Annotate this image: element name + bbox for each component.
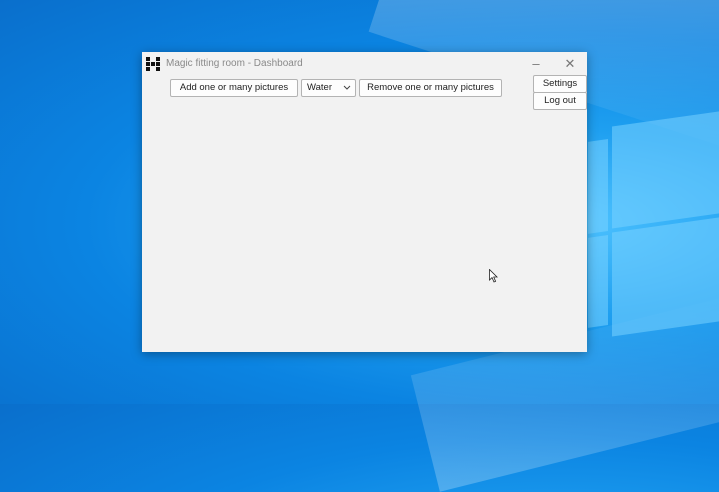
app-logo-icon [146,57,160,71]
chevron-down-icon [343,80,351,102]
settings-button[interactable]: Settings [533,75,587,93]
mouse-pointer-icon [489,268,499,283]
logout-button[interactable]: Log out [533,92,587,110]
title-bar[interactable]: Magic fitting room - Dashboard – ✕ [142,52,587,77]
window-title: Magic fitting room - Dashboard [166,58,303,69]
add-pictures-button[interactable]: Add one or many pictures [170,79,298,97]
remove-pictures-button[interactable]: Remove one or many pictures [359,79,502,97]
minimize-button[interactable]: – [527,56,545,72]
app-window: Magic fitting room - Dashboard – ✕ Add o… [142,52,587,352]
windows-logo-wallpaper [588,110,719,340]
category-value: Water [307,82,332,93]
category-dropdown[interactable]: Water [301,79,356,97]
close-button[interactable]: ✕ [561,56,579,72]
